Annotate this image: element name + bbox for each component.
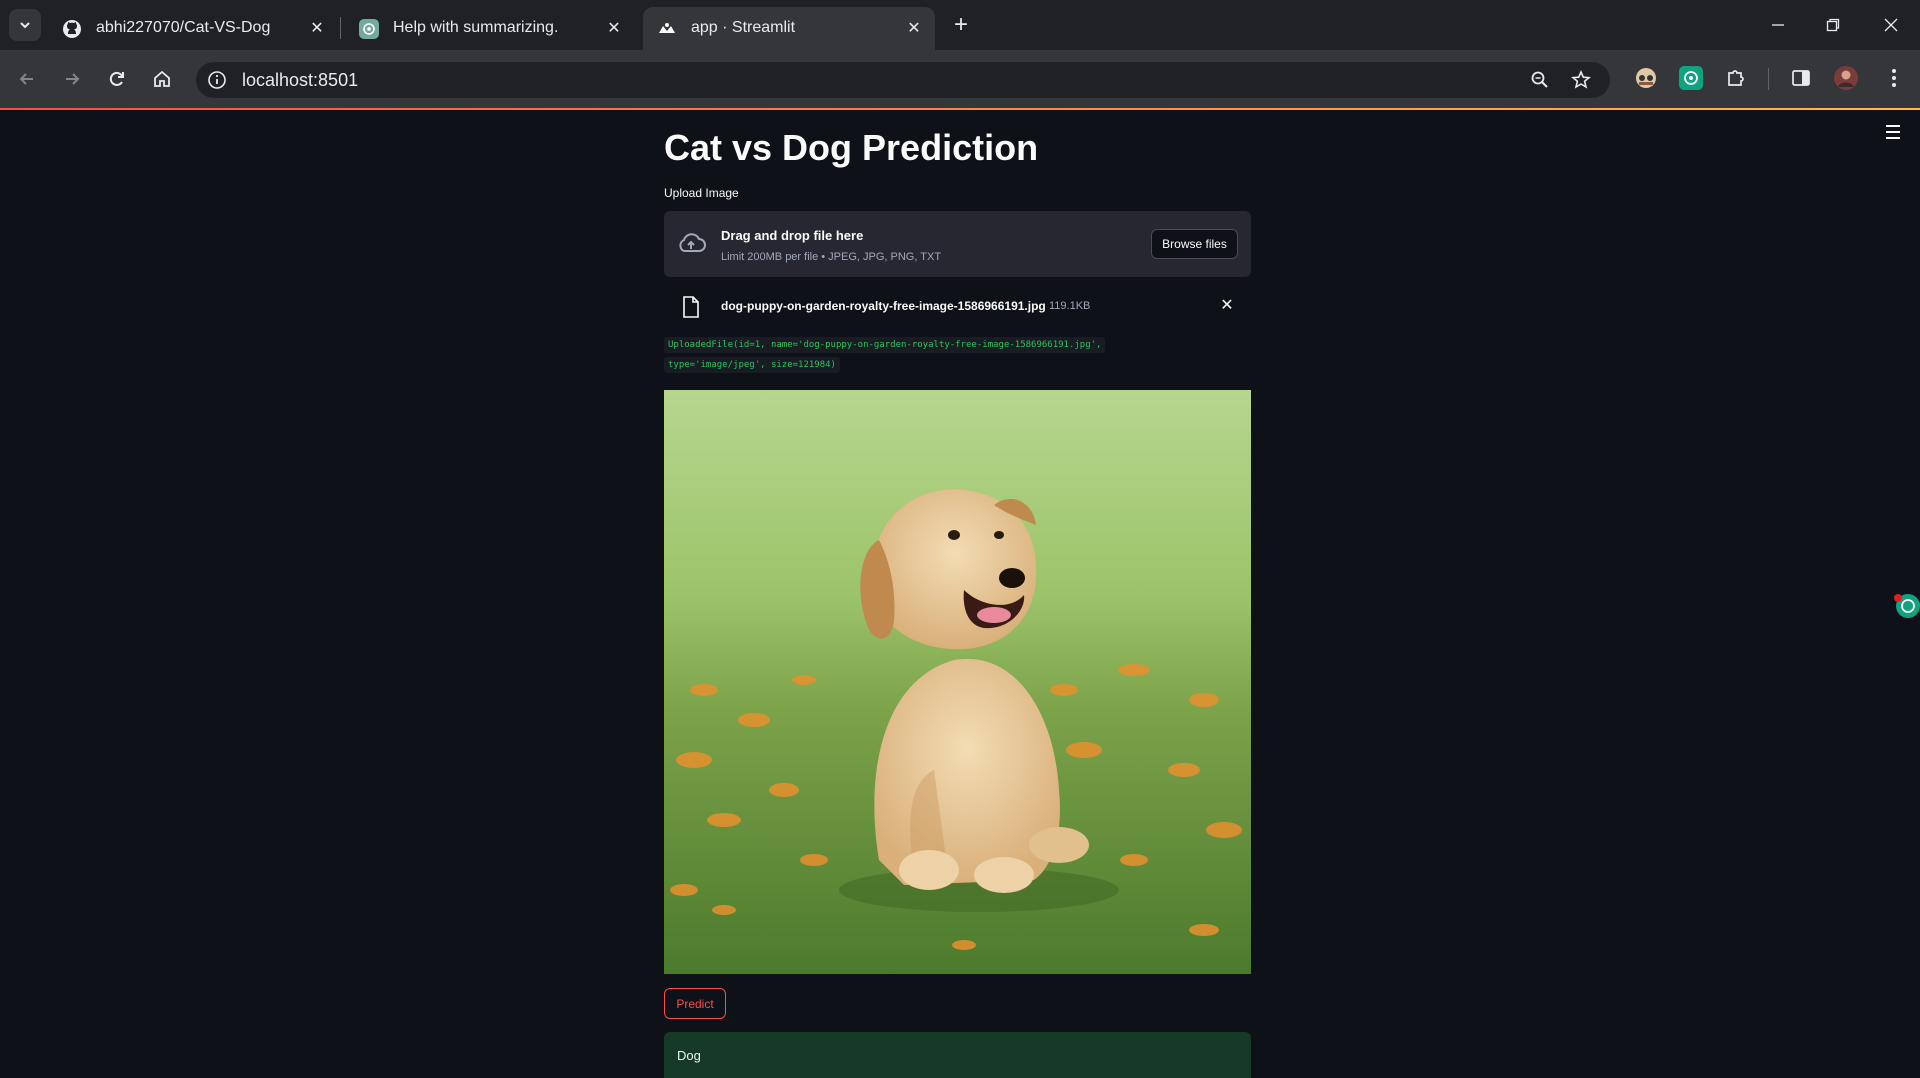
close-tab-icon[interactable]: ✕ bbox=[903, 17, 925, 39]
address-bar[interactable]: localhost:8501 bbox=[196, 62, 1610, 98]
extension-glasses-icon[interactable] bbox=[1632, 64, 1660, 92]
chatgpt-floating-widget[interactable] bbox=[1892, 592, 1920, 620]
dropzone-limit: Limit 200MB per file • JPEG, JPG, PNG, T… bbox=[721, 251, 942, 263]
restore-icon bbox=[1826, 18, 1840, 32]
bookmark-star-icon[interactable] bbox=[1569, 68, 1593, 92]
file-dropzone[interactable]: Drag and drop file here Limit 200MB per … bbox=[664, 211, 1251, 277]
tab-divider bbox=[340, 17, 341, 39]
chatgpt-extension-icon[interactable] bbox=[1677, 64, 1705, 92]
uploaded-file-row: dog-puppy-on-garden-royalty-free-image-1… bbox=[664, 285, 1251, 325]
prediction-result-alert: Dog bbox=[664, 1032, 1251, 1078]
tab-github[interactable]: abhi227070/Cat-VS-Dog ✕ bbox=[48, 7, 338, 50]
uploaded-file-repr-line-2: type='image/jpeg', size=121984) bbox=[664, 357, 840, 373]
dog-puppy-photo bbox=[664, 390, 1251, 974]
arrow-left-icon bbox=[19, 73, 33, 85]
url-text[interactable]: localhost:8501 bbox=[242, 70, 358, 91]
tab-chatgpt[interactable]: Help with summarizing. ✕ bbox=[345, 7, 635, 50]
file-icon bbox=[683, 296, 699, 318]
file-name: dog-puppy-on-garden-royalty-free-image-1… bbox=[721, 299, 1046, 313]
new-tab-button[interactable]: + bbox=[948, 11, 974, 38]
remove-file-icon[interactable]: ✕ bbox=[1217, 295, 1237, 315]
side-panel-icon[interactable] bbox=[1787, 64, 1815, 92]
file-size: 119.1KB bbox=[1049, 300, 1091, 312]
close-icon bbox=[1884, 18, 1898, 32]
tab-streamlit-app[interactable]: app · Streamlit ✕ bbox=[643, 7, 935, 50]
plus-icon: + bbox=[953, 11, 968, 38]
tab-title: app · Streamlit bbox=[691, 19, 796, 36]
dropzone-title: Drag and drop file here bbox=[721, 228, 864, 243]
close-window-button[interactable] bbox=[1878, 12, 1904, 38]
tab-title: Help with summarizing. bbox=[393, 19, 559, 36]
chatgpt-icon bbox=[359, 19, 379, 39]
page-title: Cat vs Dog Prediction bbox=[664, 127, 1039, 168]
main-menu-icon[interactable] bbox=[1886, 124, 1906, 140]
chevron-down-icon bbox=[20, 22, 30, 29]
back-button[interactable] bbox=[12, 64, 42, 94]
streamlit-page: Cat vs Dog Prediction Upload Image Drag … bbox=[0, 110, 1920, 1078]
uploaded-file-repr-line-1: UploadedFile(id=1, name='dog-puppy-on-ga… bbox=[664, 337, 1106, 353]
reload-button[interactable] bbox=[102, 64, 132, 94]
profile-avatar[interactable] bbox=[1832, 64, 1860, 92]
browser-menu-icon[interactable] bbox=[1880, 64, 1908, 92]
arrow-right-icon bbox=[66, 73, 80, 85]
github-icon bbox=[62, 19, 82, 39]
browser-tabstrip: abhi227070/Cat-VS-Dog ✕ Help with summar… bbox=[0, 0, 1920, 50]
browse-files-button[interactable]: Browse files bbox=[1151, 229, 1238, 259]
minimize-button[interactable] bbox=[1765, 12, 1791, 38]
tab-search-button[interactable] bbox=[9, 9, 41, 41]
tab-title: abhi227070/Cat-VS-Dog bbox=[96, 19, 271, 36]
reload-icon bbox=[109, 71, 124, 86]
forward-button[interactable] bbox=[57, 64, 87, 94]
prediction-result-text: Dog bbox=[677, 1048, 701, 1063]
predict-button[interactable]: Predict bbox=[664, 988, 726, 1019]
extensions-puzzle-icon[interactable] bbox=[1722, 64, 1750, 92]
restore-button[interactable] bbox=[1820, 12, 1846, 38]
close-tab-icon[interactable]: ✕ bbox=[306, 17, 328, 39]
close-tab-icon[interactable]: ✕ bbox=[603, 17, 625, 39]
home-button[interactable] bbox=[147, 64, 177, 94]
zoom-icon[interactable] bbox=[1528, 68, 1552, 92]
uploaded-dog-image bbox=[664, 390, 1251, 974]
browser-toolbar: localhost:8501 bbox=[0, 50, 1920, 108]
toolbar-divider bbox=[1768, 68, 1769, 90]
minimize-icon bbox=[1772, 24, 1784, 26]
cloud-upload-icon bbox=[679, 233, 706, 252]
site-info-icon[interactable] bbox=[206, 69, 228, 91]
upload-label: Upload Image bbox=[664, 186, 739, 200]
home-icon bbox=[154, 70, 170, 87]
streamlit-icon bbox=[657, 19, 677, 39]
